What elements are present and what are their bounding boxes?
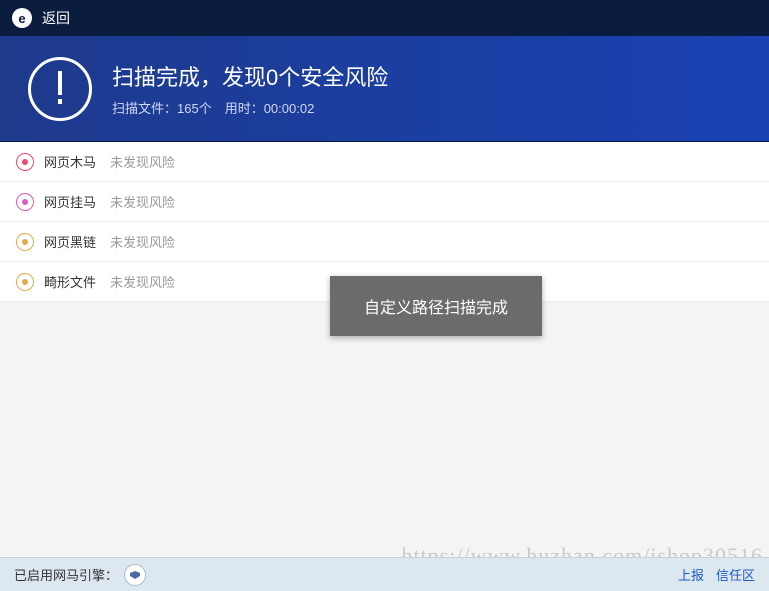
exclamation-icon — [28, 57, 92, 121]
category-status: 未发现风险 — [110, 232, 175, 251]
app-logo-icon: e — [12, 8, 32, 28]
category-status: 未发现风险 — [110, 192, 175, 211]
list-item[interactable]: 网页挂马 未发现风险 — [0, 182, 769, 222]
footer-bar: 已启用网马引擎： 上报 信任区 — [0, 557, 769, 591]
report-link[interactable]: 上报 — [678, 565, 704, 584]
scan-title: 扫描完成，发现0个安全风险 — [112, 60, 388, 92]
top-bar: e 返回 — [0, 0, 769, 36]
scan-result-banner: 扫描完成，发现0个安全风险 扫描文件：165个 用时：00:00:02 — [0, 36, 769, 142]
category-status: 未发现风险 — [110, 272, 175, 291]
scan-subtitle: 扫描文件：165个 用时：00:00:02 — [112, 98, 388, 117]
hang-icon — [16, 193, 34, 211]
footer-links: 上报 信任区 — [678, 565, 755, 584]
malformed-icon — [16, 273, 34, 291]
trust-link[interactable]: 信任区 — [716, 565, 755, 584]
category-label: 畸形文件 — [44, 272, 96, 291]
category-status: 未发现风险 — [110, 152, 175, 171]
trojan-icon — [16, 153, 34, 171]
list-item[interactable]: 网页黑链 未发现风险 — [0, 222, 769, 262]
engine-icon — [124, 564, 146, 586]
engine-label: 已启用网马引擎： — [14, 565, 118, 584]
scan-complete-toast: 自定义路径扫描完成 — [330, 276, 542, 336]
category-label: 网页挂马 — [44, 192, 96, 211]
scan-result-text: 扫描完成，发现0个安全风险 扫描文件：165个 用时：00:00:02 — [112, 60, 388, 117]
category-label: 网页黑链 — [44, 232, 96, 251]
blacklink-icon — [16, 233, 34, 251]
category-label: 网页木马 — [44, 152, 96, 171]
list-item[interactable]: 网页木马 未发现风险 — [0, 142, 769, 182]
back-button[interactable]: 返回 — [42, 8, 70, 28]
